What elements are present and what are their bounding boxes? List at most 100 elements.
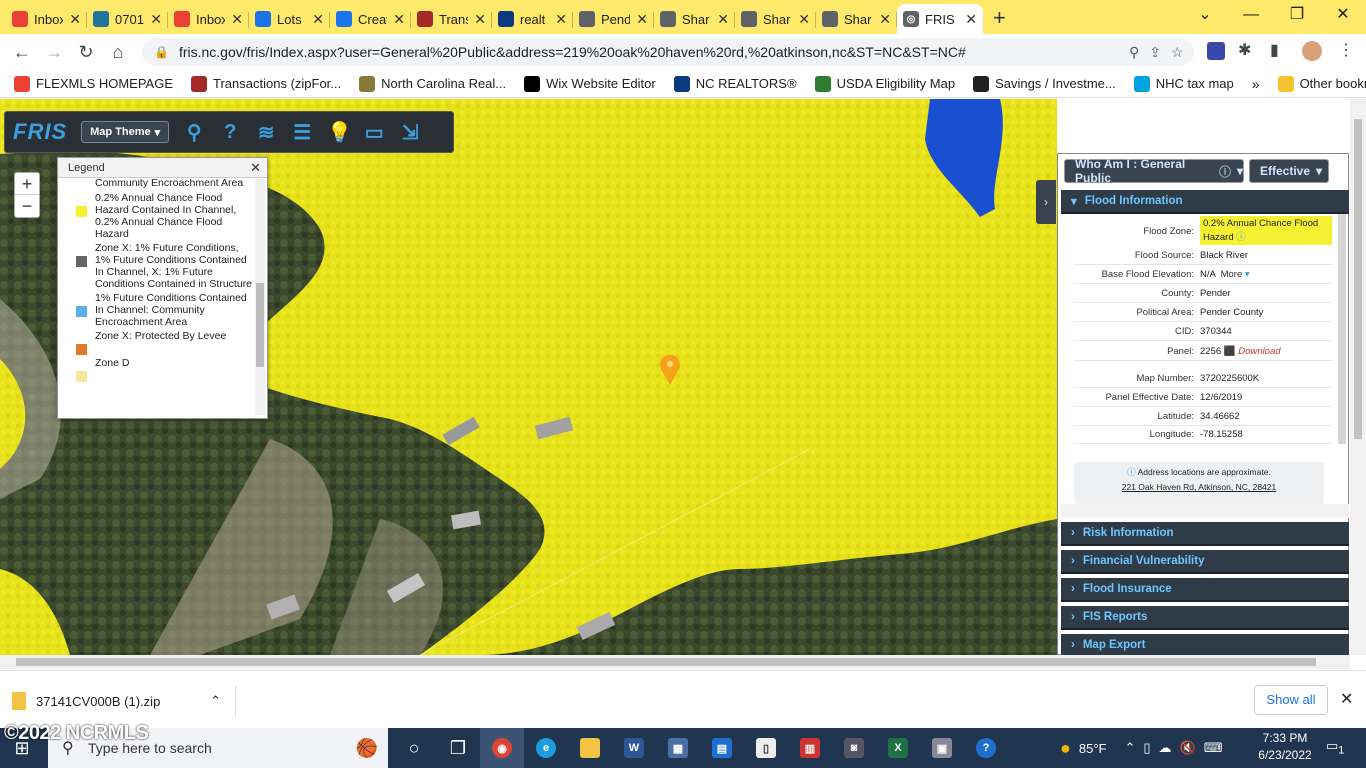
menu-icon[interactable]: ⋮	[1338, 40, 1354, 60]
chevron-up-icon[interactable]: ⌃	[1124, 740, 1135, 756]
help-icon[interactable]: ?	[219, 121, 241, 144]
tab-10[interactable]: Shar ✕	[816, 4, 897, 34]
puzzle-icon[interactable]: ✱	[1238, 40, 1251, 60]
close-icon[interactable]: ✕	[636, 11, 648, 28]
reload-button[interactable]: ↻	[70, 42, 102, 63]
close-icon[interactable]: ✕	[69, 11, 81, 28]
tab-1[interactable]: 0701 ✕	[87, 4, 168, 34]
document-icon[interactable]: ▯	[744, 728, 788, 768]
tab-7[interactable]: Pend ✕	[573, 4, 654, 34]
notifications-icon[interactable]: ▭1	[1326, 738, 1344, 757]
search-icon[interactable]: ⚲	[183, 120, 205, 145]
panel-hscrollbar[interactable]	[1061, 504, 1349, 518]
download-link[interactable]: Download	[1238, 346, 1280, 357]
download-item[interactable]: 37141CV000B (1).zip ⌃	[12, 685, 236, 717]
star-icon[interactable]: ☆	[1171, 44, 1184, 61]
bookmark-6[interactable]: Savings / Investme...	[973, 75, 1116, 92]
list-icon[interactable]: ☰	[291, 120, 313, 145]
zoom-icon[interactable]: ⚲	[1129, 44, 1139, 61]
file-explorer-icon[interactable]	[568, 728, 612, 768]
chevron-up-icon[interactable]: ⌃	[210, 693, 221, 709]
tab-9[interactable]: Shar ✕	[735, 4, 816, 34]
share-icon[interactable]: ⇪	[1149, 44, 1161, 61]
close-icon[interactable]: ✕	[965, 11, 977, 28]
panel-vscrollbar[interactable]	[1338, 214, 1346, 444]
lock-icon[interactable]: 🔒	[154, 45, 169, 59]
other-bookmarks[interactable]: Other bookmarks	[1277, 75, 1366, 92]
section-financial-vulnerability[interactable]: › Financial Vulnerability	[1061, 550, 1349, 574]
camera-icon[interactable]: ◙	[832, 728, 876, 768]
cloud-icon[interactable]: ☁	[1159, 740, 1172, 756]
more-link[interactable]: More	[1221, 269, 1243, 280]
word-icon[interactable]: W	[612, 728, 656, 768]
edge-icon[interactable]: e	[524, 728, 568, 768]
bookmark-3[interactable]: Wix Website Editor	[524, 75, 656, 92]
close-icon[interactable]: ✕	[393, 11, 405, 28]
avatar[interactable]	[1302, 41, 1322, 61]
page-hscrollbar[interactable]	[0, 655, 1350, 669]
close-icon[interactable]: ✕	[250, 158, 261, 178]
volume-icon[interactable]: 🔇	[1180, 740, 1196, 756]
printer-icon[interactable]: ▣	[920, 728, 964, 768]
bookmark-0[interactable]: FLEXMLS HOMEPAGE	[14, 75, 173, 92]
section-risk-information[interactable]: › Risk Information	[1061, 522, 1349, 546]
close-icon[interactable]: ✕	[150, 11, 162, 28]
show-all-button[interactable]: Show all	[1254, 685, 1328, 715]
lightbulb-icon[interactable]: 💡	[327, 120, 352, 145]
sidebar-icon[interactable]: ▮	[1270, 40, 1279, 60]
info-icon[interactable]: ⓘ	[1236, 232, 1246, 243]
network-icon[interactable]: ▯	[1143, 740, 1150, 756]
help-icon[interactable]: ?	[964, 728, 1008, 768]
tab-3[interactable]: Lots ✕	[249, 4, 330, 34]
pdf-icon[interactable]: ⬛	[1224, 346, 1236, 357]
chrome-icon[interactable]: ◉	[480, 728, 524, 768]
chevron-right-icon[interactable]: »	[1252, 76, 1260, 92]
bookmark-5[interactable]: USDA Eligibility Map	[814, 75, 955, 92]
back-button[interactable]: ←	[6, 42, 38, 63]
effective-dropdown[interactable]: Effective ▾	[1249, 159, 1329, 183]
close-icon[interactable]: ✕	[1340, 689, 1353, 709]
keyboard-icon[interactable]: ⌨	[1204, 740, 1223, 756]
minimize-button[interactable]: —	[1228, 0, 1274, 32]
tab-fris[interactable]: ◎ FRIS ✕	[897, 4, 983, 34]
close-icon[interactable]: ✕	[231, 11, 243, 28]
layers-icon[interactable]: ≋	[255, 120, 277, 145]
new-tab-button[interactable]: +	[993, 4, 1006, 34]
bookmark-7[interactable]: NHC tax map	[1133, 75, 1234, 92]
forward-button[interactable]: →	[38, 42, 70, 63]
extension-icon[interactable]	[1207, 42, 1225, 60]
close-icon[interactable]: ✕	[312, 11, 324, 28]
excel-icon[interactable]: X	[876, 728, 920, 768]
section-flood-insurance[interactable]: › Flood Insurance	[1061, 578, 1349, 602]
info-icon[interactable]: ⓘ	[1219, 163, 1231, 180]
calculator-icon[interactable]: ▦	[656, 728, 700, 768]
tab-4[interactable]: Creat ✕	[330, 4, 411, 34]
tab-0[interactable]: Inbox ✕	[6, 4, 87, 34]
section-fis-reports[interactable]: › FIS Reports	[1061, 606, 1349, 630]
tab-6[interactable]: realt ✕	[492, 4, 573, 34]
flood-information-section[interactable]: ▾ Flood Information	[1061, 190, 1349, 214]
tab-8[interactable]: Shar ✕	[654, 4, 735, 34]
calendar-icon[interactable]: ▤	[700, 728, 744, 768]
address-bar[interactable]: 🔒 fris.nc.gov/fris/Index.aspx?user=Gener…	[142, 38, 1194, 66]
ruler-icon[interactable]: ▭	[363, 120, 385, 145]
close-icon[interactable]: ✕	[879, 11, 891, 28]
tab-search-icon[interactable]: ⌄	[1182, 0, 1228, 32]
close-window-button[interactable]: ✕	[1320, 0, 1366, 32]
close-icon[interactable]: ✕	[474, 11, 486, 28]
tab-5[interactable]: Trans ✕	[411, 4, 492, 34]
zoom-out-button[interactable]: −	[15, 195, 39, 217]
weather-icon[interactable]: ●	[1060, 738, 1071, 759]
map-theme-dropdown[interactable]: Map Theme ▾	[81, 121, 170, 143]
panel-collapse-button[interactable]: ›	[1036, 180, 1056, 224]
bookmark-1[interactable]: Transactions (zipFor...	[191, 75, 341, 92]
bookmark-2[interactable]: North Carolina Real...	[359, 75, 506, 92]
clock[interactable]: 7:33 PM 6/23/2022	[1252, 731, 1318, 762]
close-icon[interactable]: ✕	[798, 11, 810, 28]
zoom-in-button[interactable]: +	[15, 173, 39, 195]
restore-button[interactable]: ❐	[1274, 0, 1320, 32]
cortana-icon[interactable]: ○	[392, 728, 436, 768]
app-icon[interactable]: ▥	[788, 728, 832, 768]
page-vscrollbar[interactable]	[1350, 99, 1366, 655]
close-icon[interactable]: ✕	[555, 11, 567, 28]
